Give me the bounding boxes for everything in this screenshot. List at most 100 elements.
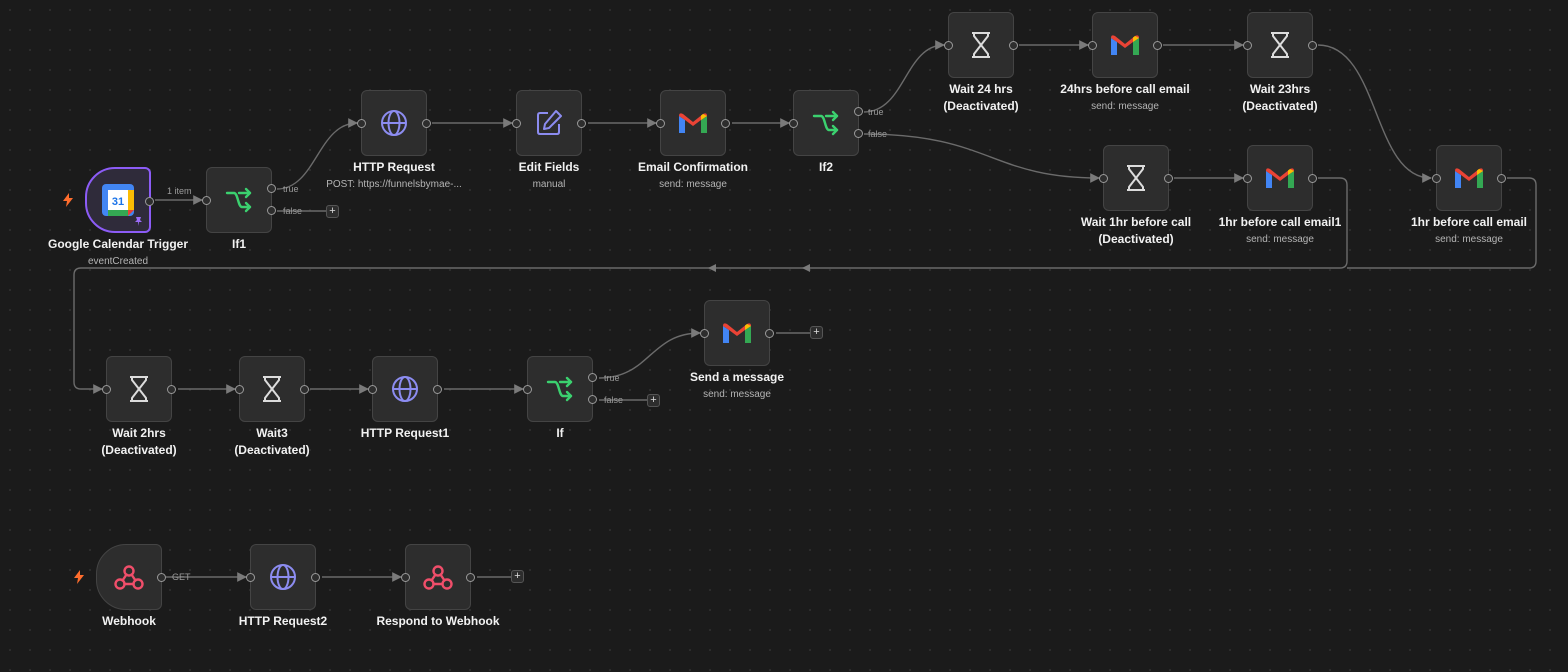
node-wait-23hrs[interactable] xyxy=(1243,12,1317,78)
input-port[interactable] xyxy=(656,119,665,128)
output-port-false[interactable] xyxy=(854,129,863,138)
add-node-button[interactable]: + xyxy=(326,205,339,218)
output-port[interactable] xyxy=(422,119,431,128)
output-port[interactable] xyxy=(300,385,309,394)
edge-label-true: true xyxy=(604,373,620,383)
input-port[interactable] xyxy=(368,385,377,394)
input-port[interactable] xyxy=(1243,174,1252,183)
hourglass-icon xyxy=(263,376,281,402)
node-subtitle: send: message xyxy=(703,389,771,400)
input-port[interactable] xyxy=(1432,174,1441,183)
globe-icon xyxy=(270,564,296,590)
node-label: 1hr before call email1 xyxy=(1218,215,1342,229)
output-port[interactable] xyxy=(1308,41,1317,50)
input-port[interactable] xyxy=(1088,41,1097,50)
output-port[interactable] xyxy=(433,385,442,394)
add-node-button[interactable]: + xyxy=(810,326,823,339)
node-1hr-before-call-email[interactable] xyxy=(1432,145,1506,211)
trigger-bolt-icon xyxy=(74,570,84,584)
node-respond-to-webhook[interactable] xyxy=(401,544,475,610)
node-label: Respond to Webhook xyxy=(376,614,500,628)
node-http-request1[interactable] xyxy=(368,356,442,422)
input-port[interactable] xyxy=(1099,174,1108,183)
node-subtitle: send: message xyxy=(1246,234,1314,245)
edge-label-method: GET xyxy=(172,572,191,582)
node-wait3[interactable] xyxy=(235,356,309,422)
globe-icon xyxy=(381,110,407,136)
input-port[interactable] xyxy=(700,329,709,338)
node-wait-1hr-before-call[interactable] xyxy=(1099,145,1173,211)
node-status: (Deactivated) xyxy=(1242,99,1318,113)
edge-label-items: 1 item xyxy=(167,186,192,196)
gmail-icon xyxy=(679,113,707,133)
node-label: 1hr before call email xyxy=(1410,215,1528,229)
input-port[interactable] xyxy=(357,119,366,128)
node-subtitle: send: message xyxy=(1435,234,1503,245)
node-send-a-message[interactable] xyxy=(700,300,774,366)
add-node-button[interactable]: + xyxy=(511,570,524,583)
if-branch-icon xyxy=(812,110,839,136)
node-label: Wait 23hrs xyxy=(1249,82,1311,96)
node-webhook[interactable] xyxy=(96,544,166,610)
node-google-calendar-trigger[interactable]: 31 xyxy=(85,167,154,233)
node-label: If xyxy=(556,426,564,440)
input-port[interactable] xyxy=(1243,41,1252,50)
input-port[interactable] xyxy=(102,385,111,394)
node-http-request2[interactable] xyxy=(246,544,320,610)
output-port-true[interactable] xyxy=(588,373,597,382)
gmail-icon xyxy=(1455,168,1483,188)
node-1hr-before-call-email1[interactable] xyxy=(1243,145,1317,211)
input-port[interactable] xyxy=(202,196,211,205)
loop-arrow-2 xyxy=(802,264,810,272)
edge-label-false: false xyxy=(604,395,624,405)
input-port[interactable] xyxy=(246,573,255,582)
edge-label-false: false xyxy=(868,129,888,139)
input-port[interactable] xyxy=(512,119,521,128)
output-port[interactable] xyxy=(721,119,730,128)
output-port[interactable] xyxy=(1153,41,1162,50)
node-edit-fields[interactable] xyxy=(512,90,586,156)
gmail-icon xyxy=(1266,168,1294,188)
output-port[interactable] xyxy=(1497,174,1506,183)
output-port[interactable] xyxy=(1009,41,1018,50)
node-subtitle: send: message xyxy=(659,179,727,190)
node-wait-2hrs[interactable] xyxy=(102,356,176,422)
input-port[interactable] xyxy=(235,385,244,394)
node-label: If2 xyxy=(818,160,833,174)
trigger-bolt-icon xyxy=(63,193,73,207)
input-port[interactable] xyxy=(523,385,532,394)
node-wait-24hrs[interactable] xyxy=(944,12,1018,78)
output-port[interactable] xyxy=(1308,174,1317,183)
output-port[interactable] xyxy=(765,329,774,338)
node-label: If1 xyxy=(231,237,246,251)
node-http-request[interactable] xyxy=(357,90,431,156)
pin-icon xyxy=(135,217,142,226)
output-port-false[interactable] xyxy=(267,206,276,215)
node-if[interactable] xyxy=(523,356,597,422)
output-port[interactable] xyxy=(167,385,176,394)
hourglass-icon xyxy=(1127,165,1145,191)
hourglass-icon xyxy=(972,32,990,58)
output-port[interactable] xyxy=(1164,174,1173,183)
node-email-confirmation[interactable] xyxy=(656,90,730,156)
output-port-true[interactable] xyxy=(267,184,276,193)
input-port[interactable] xyxy=(789,119,798,128)
node-status: (Deactivated) xyxy=(234,443,310,457)
hourglass-icon xyxy=(130,376,148,402)
node-subtitle: eventCreated xyxy=(87,256,149,267)
input-port[interactable] xyxy=(401,573,410,582)
output-port[interactable] xyxy=(145,197,154,206)
webhook-icon xyxy=(423,565,453,590)
output-port[interactable] xyxy=(157,573,166,582)
output-port-false[interactable] xyxy=(588,395,597,404)
calendar-day-text: 31 xyxy=(112,196,124,208)
output-port[interactable] xyxy=(311,573,320,582)
input-port[interactable] xyxy=(944,41,953,50)
output-port[interactable] xyxy=(466,573,475,582)
hourglass-icon xyxy=(1271,32,1289,58)
node-24hrs-before-call-email[interactable] xyxy=(1088,12,1162,78)
output-port-true[interactable] xyxy=(854,107,863,116)
node-if2[interactable] xyxy=(789,90,863,156)
node-if1[interactable] xyxy=(202,167,276,233)
output-port[interactable] xyxy=(577,119,586,128)
